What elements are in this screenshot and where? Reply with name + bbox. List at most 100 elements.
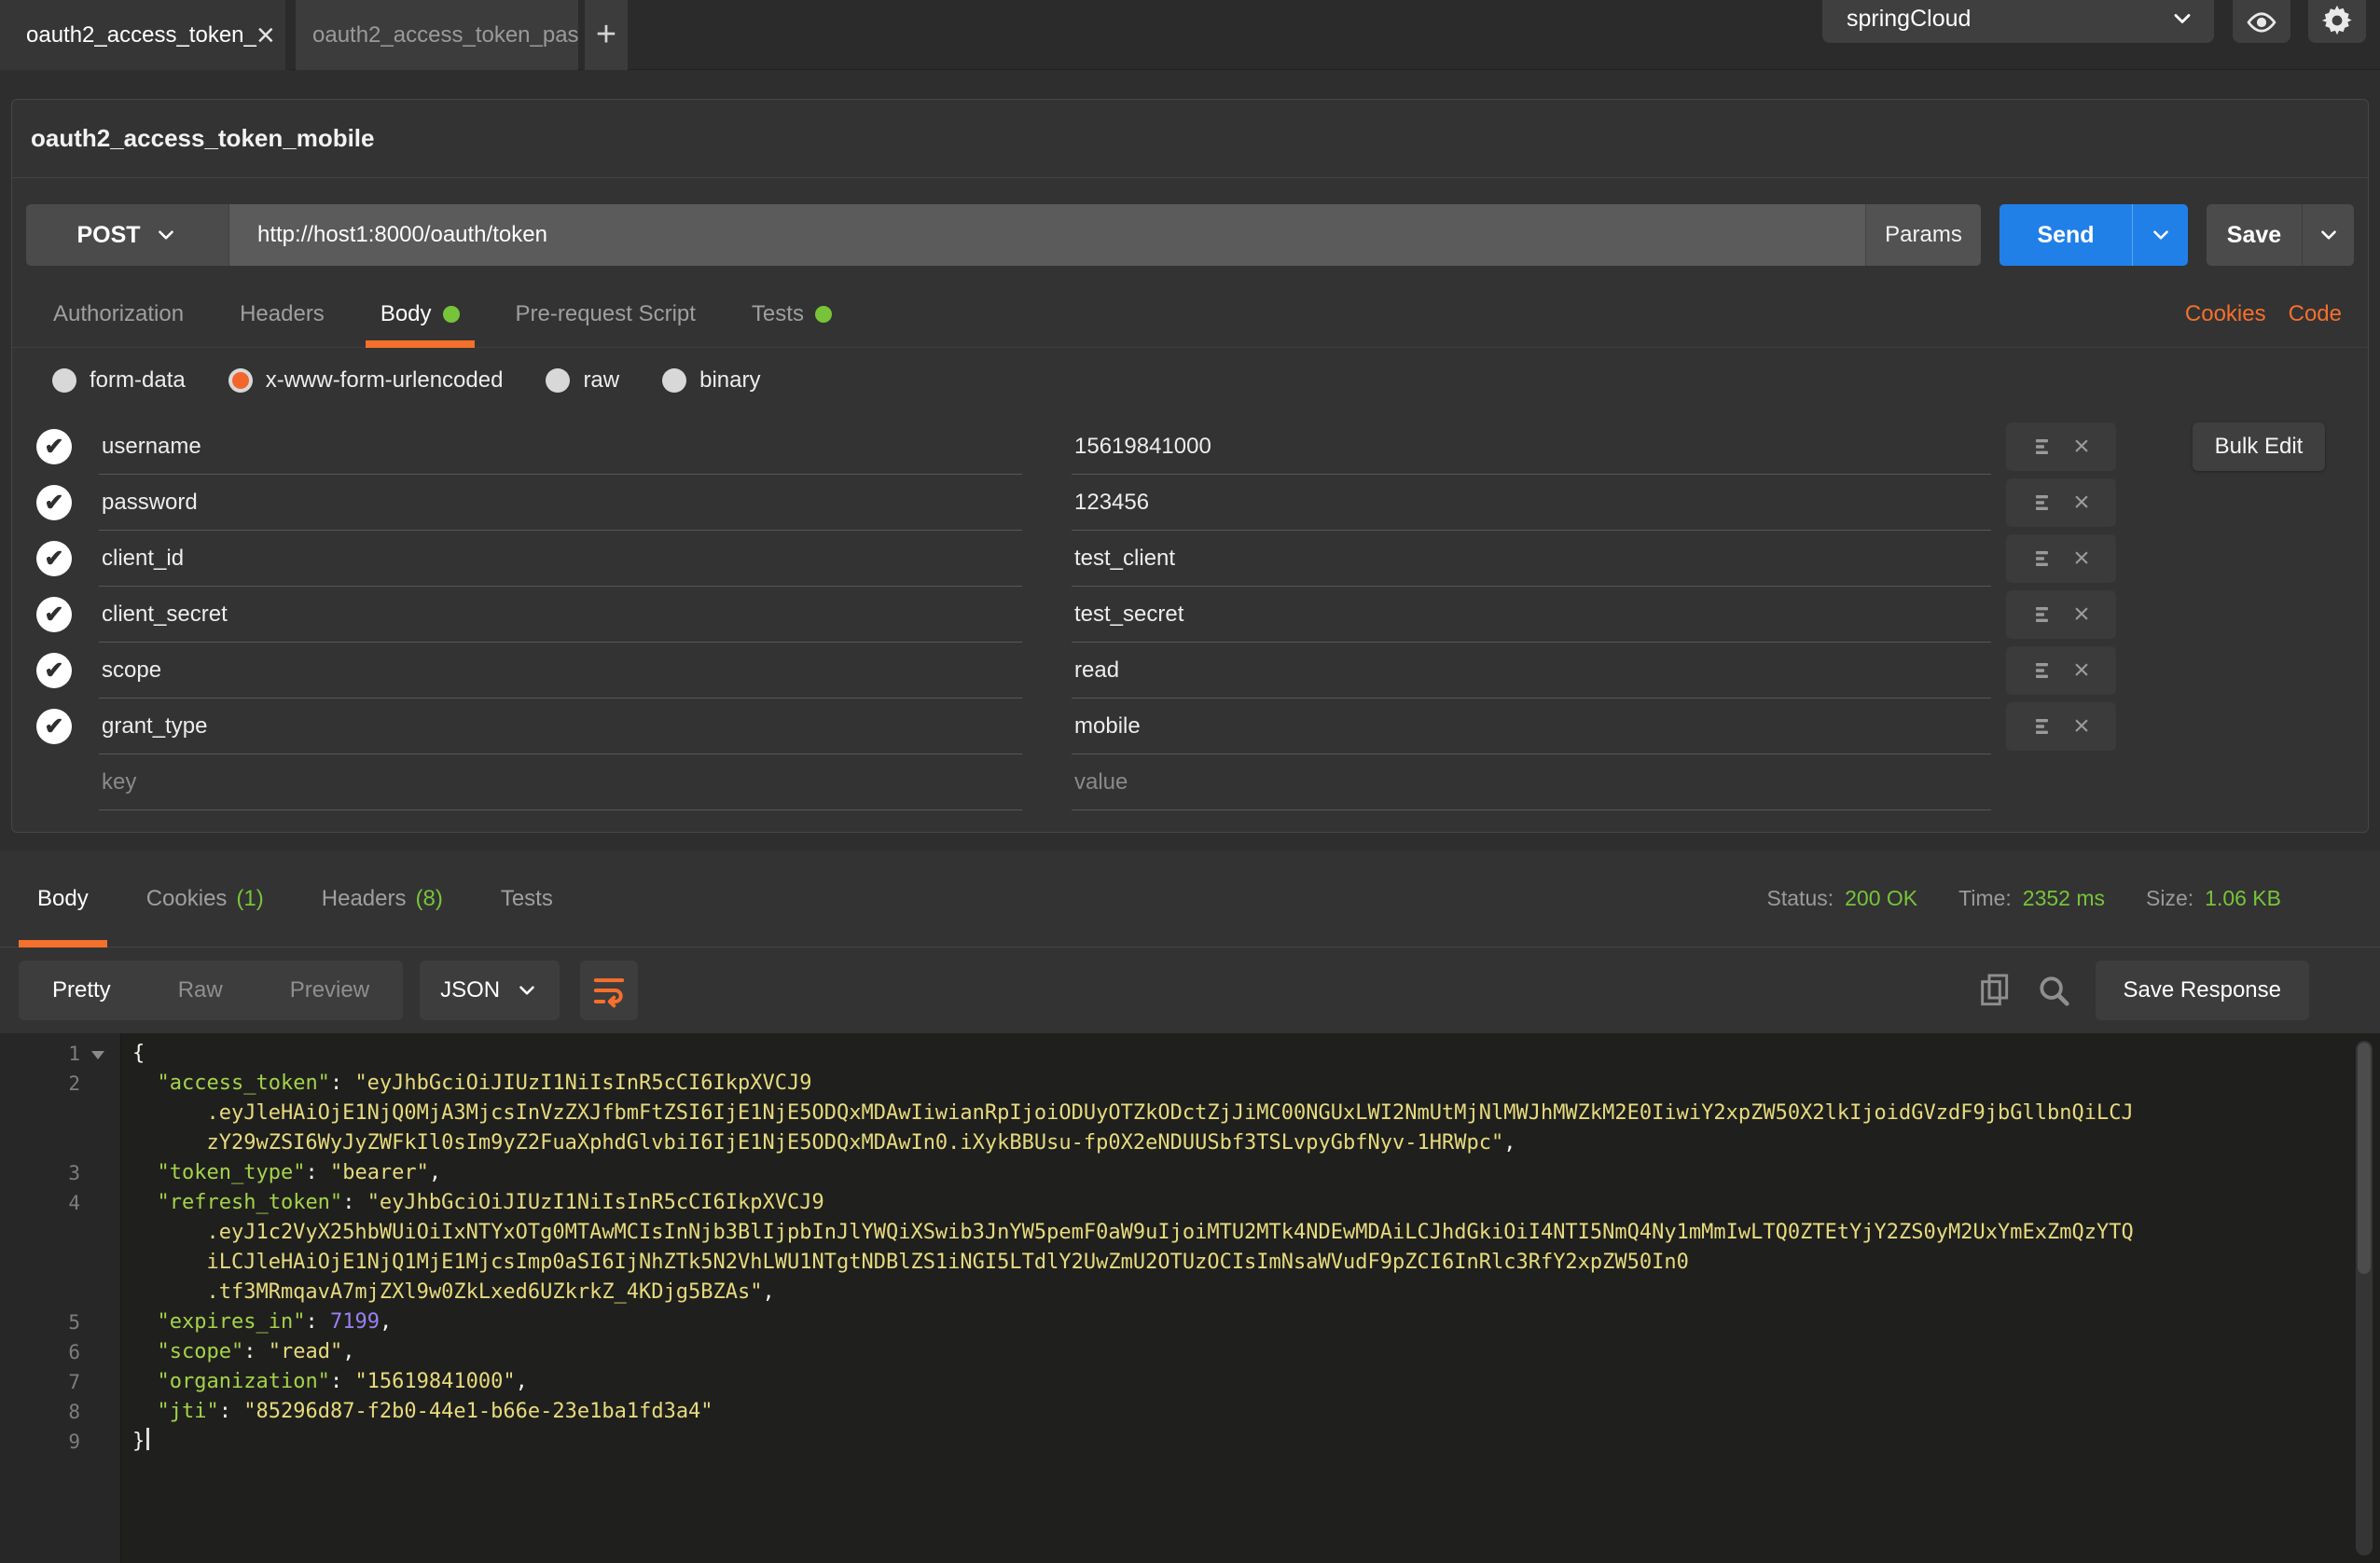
body-mode-radio[interactable]: x-www-form-urlencoded (228, 367, 504, 394)
response-tab[interactable]: Headers (8) (322, 851, 443, 947)
response-tab[interactable]: Body (37, 851, 89, 947)
menu-bars-icon[interactable] (2032, 547, 2055, 570)
fold-caret-icon[interactable] (80, 1188, 121, 1218)
view-mode-label: Preview (290, 977, 369, 1003)
response-tab[interactable]: Cookies (1) (146, 851, 264, 947)
fold-caret-icon[interactable] (80, 1367, 121, 1397)
param-value-input[interactable]: test_client (1072, 531, 1991, 587)
environment-select[interactable]: springCloud (1822, 0, 2214, 43)
menu-bars-icon[interactable] (2032, 715, 2055, 738)
delete-param-icon[interactable]: × (2073, 489, 2090, 517)
wrap-text-button[interactable] (580, 961, 638, 1020)
request-tab[interactable]: Authorization (38, 281, 199, 347)
text-cursor (146, 1428, 149, 1450)
save-response-button[interactable]: Save Response (2096, 961, 2309, 1020)
body-mode-radio[interactable]: raw (546, 367, 619, 394)
copy-response-button[interactable] (1978, 972, 2012, 1009)
code-link[interactable]: Code (2289, 301, 2342, 327)
body-mode-radio[interactable]: form-data (52, 367, 186, 394)
save-button[interactable]: Save (2207, 204, 2302, 266)
tab-oauth2-access-token[interactable]: oauth2_access_token_ × (0, 0, 289, 70)
param-checkbox[interactable]: ✔ (36, 485, 72, 520)
line-number (0, 1278, 80, 1307)
fold-caret-icon[interactable] (80, 1099, 121, 1128)
environment-quick-look-button[interactable] (2233, 0, 2290, 43)
cookies-link[interactable]: Cookies (2185, 301, 2266, 327)
menu-bars-icon[interactable] (2032, 659, 2055, 682)
fold-caret-icon[interactable] (80, 1337, 121, 1367)
fold-caret-icon[interactable] (80, 1128, 121, 1158)
close-tab-icon[interactable]: × (256, 20, 275, 51)
line-number (0, 1218, 80, 1248)
menu-bars-icon[interactable] (2032, 603, 2055, 626)
param-checkbox[interactable]: ✔ (36, 541, 72, 576)
param-value-input[interactable]: read (1072, 643, 1991, 699)
param-value-input[interactable]: value (1072, 754, 1991, 810)
fold-caret-icon[interactable] (80, 1218, 121, 1248)
menu-bars-icon[interactable] (2032, 436, 2055, 458)
method-select[interactable]: POST (26, 204, 229, 266)
request-tab[interactable]: Pre-request Script (501, 281, 711, 347)
response-format-select[interactable]: JSON (420, 961, 560, 1020)
send-options-button[interactable] (2132, 204, 2188, 266)
search-response-button[interactable] (2036, 973, 2071, 1008)
send-button[interactable]: Send (1999, 204, 2132, 266)
response-meta: Status: 200 OK Time: 2352 ms Size: 1.06 … (1767, 851, 2343, 947)
body-mode-radio[interactable]: binary (662, 367, 760, 394)
fold-caret-icon[interactable] (80, 1069, 121, 1099)
param-checkbox[interactable]: ✔ (36, 709, 72, 744)
code-token: : (219, 1400, 244, 1423)
delete-param-icon[interactable]: × (2073, 601, 2090, 629)
param-checkbox[interactable]: ✔ (36, 429, 72, 464)
param-value-input[interactable]: 15619841000 (1072, 419, 1991, 475)
bulk-edit-button[interactable]: Bulk Edit (2193, 422, 2325, 471)
param-key-input[interactable]: scope (99, 643, 1022, 699)
delete-param-icon[interactable]: × (2073, 657, 2090, 685)
param-key-input[interactable]: username (99, 419, 1022, 475)
fold-caret-icon[interactable] (80, 1158, 121, 1188)
tab-oauth2-access-token-password[interactable]: oauth2_access_token_passv (296, 0, 578, 70)
settings-button[interactable] (2308, 0, 2366, 43)
request-tab[interactable]: Headers (225, 281, 339, 347)
fold-caret-icon[interactable] (80, 1248, 121, 1278)
param-key-input[interactable]: client_secret (99, 587, 1022, 643)
view-mode-button[interactable]: Raw (145, 961, 256, 1020)
line-number: 9 (0, 1427, 80, 1457)
param-value-input[interactable]: mobile (1072, 699, 1991, 754)
param-key: username (102, 434, 201, 460)
delete-param-icon[interactable]: × (2073, 712, 2090, 740)
fold-caret-icon[interactable] (80, 1278, 121, 1307)
url-input[interactable]: http://host1:8000/oauth/token (229, 204, 1865, 266)
param-checkbox[interactable]: ✔ (36, 597, 72, 632)
menu-bars-icon[interactable] (2032, 491, 2055, 514)
code-token: , (1503, 1131, 1515, 1155)
param-key-input[interactable]: key (99, 754, 1022, 810)
request-tab[interactable]: Body (366, 281, 475, 347)
copy-icon (1978, 972, 2012, 1009)
view-mode-button[interactable]: Pretty (19, 961, 145, 1020)
response-tab[interactable]: Tests (501, 851, 553, 947)
code-token: , (429, 1161, 441, 1184)
body-mode-label: x-www-form-urlencoded (266, 367, 504, 394)
fold-caret-icon[interactable] (80, 1039, 121, 1069)
view-mode-button[interactable]: Preview (256, 961, 403, 1020)
fold-caret-icon[interactable] (80, 1397, 121, 1427)
delete-param-icon[interactable]: × (2073, 545, 2090, 573)
line-number: 5 (0, 1307, 80, 1337)
fold-caret-icon[interactable] (80, 1427, 121, 1457)
param-row: ✔ grant_type mobile × (12, 699, 2368, 754)
fold-caret-icon[interactable] (80, 1307, 121, 1337)
save-options-button[interactable] (2302, 204, 2354, 266)
new-tab-button[interactable]: + (585, 0, 628, 70)
params-button[interactable]: Params (1865, 204, 1981, 266)
param-key-input[interactable]: client_id (99, 531, 1022, 587)
param-key-input[interactable]: password (99, 475, 1022, 531)
delete-param-icon[interactable]: × (2073, 433, 2090, 461)
param-value-input[interactable]: test_secret (1072, 587, 1991, 643)
param-value-input[interactable]: 123456 (1072, 475, 1991, 531)
param-checkbox[interactable]: ✔ (36, 653, 72, 688)
param-key-input[interactable]: grant_type (99, 699, 1022, 754)
code-scrollbar[interactable] (2356, 1041, 2373, 1556)
request-tab[interactable]: Tests (737, 281, 847, 347)
code-line: .eyJ1c2VyX25hbWUiOiIxNTYxOTg0MTAwMCIsInN… (0, 1218, 2352, 1248)
